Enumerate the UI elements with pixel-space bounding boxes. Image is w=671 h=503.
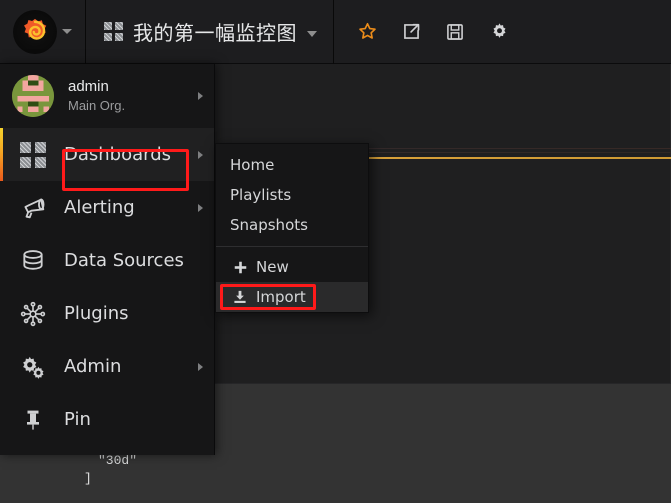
sidebar-item-admin[interactable]: Admin (0, 340, 214, 393)
save-dashboard-button[interactable]: Save dashboard (436, 12, 474, 52)
app-root: "30d" ] 我的第一幅监控图 Mark as fa (0, 0, 671, 503)
plus-icon (230, 261, 250, 274)
dashboards-submenu: Home Playlists Snapshots New Import (215, 143, 369, 313)
sidebar-item-data-sources[interactable]: Data Sources (0, 234, 214, 287)
sidebar-item-label: Dashboards (64, 144, 172, 165)
grafana-brand-menu[interactable] (0, 0, 85, 64)
user-avatar-identicon (12, 75, 54, 117)
code-line: ] (84, 471, 92, 486)
user-org: Main Org. (68, 97, 126, 113)
submenu-item-label: Playlists (230, 186, 292, 204)
sidebar-item-alerting[interactable]: Alerting (0, 181, 214, 234)
chevron-down-icon (307, 30, 317, 37)
submenu-item-label: Snapshots (230, 216, 308, 234)
sidebar-item-plugins[interactable]: Plugins (0, 287, 214, 340)
dashboard-title-picker[interactable]: 我的第一幅监控图 (86, 0, 333, 64)
sidebar-item-pin[interactable]: Pin (0, 393, 214, 446)
dashboard-grid-icon (104, 22, 123, 41)
star-icon (358, 22, 376, 39)
megaphone-icon (18, 195, 48, 221)
sidebar-item-label: Data Sources (64, 250, 184, 271)
toolbar-actions: Mark as favorite Share dashboard Save da… (334, 12, 518, 52)
mark-as-favorite-button[interactable]: Mark as favorite (348, 12, 386, 52)
submenu-divider (216, 246, 368, 247)
plugin-icon (18, 301, 48, 327)
dashboard-title: 我的第一幅监控图 (133, 21, 297, 45)
submenu-item-new[interactable]: New (216, 252, 368, 282)
share-icon (403, 23, 419, 39)
chevron-down-icon (62, 29, 72, 34)
sidebar-item-label: Admin (64, 356, 122, 377)
submenu-item-label: New (256, 258, 289, 276)
chevron-right-icon (198, 92, 203, 100)
submenu-item-label: Import (256, 288, 306, 306)
sidebar-item-label: Plugins (64, 303, 129, 324)
dashboard-settings-button[interactable]: Dashboard settings (480, 12, 518, 52)
submenu-item-import[interactable]: Import (216, 282, 368, 312)
sidebar-item-label: Alerting (64, 197, 135, 218)
chevron-right-icon (198, 203, 203, 212)
top-toolbar: 我的第一幅监控图 Mark as favorite Share dashboar… (0, 0, 671, 64)
sidebar-nav: admin Main Org. Dashboards Alerting Data… (0, 64, 215, 455)
dashboard-grid-icon (18, 141, 48, 168)
submenu-item-label: Home (230, 156, 275, 174)
share-dashboard-button[interactable]: Share dashboard (392, 12, 430, 52)
chevron-right-icon (198, 362, 203, 371)
gear-icon (492, 23, 506, 38)
save-disk-icon (447, 23, 463, 40)
submenu-item-playlists[interactable]: Playlists (216, 180, 368, 210)
gears-icon (18, 354, 48, 380)
import-download-icon (230, 290, 250, 304)
submenu-item-snapshots[interactable]: Snapshots (216, 210, 368, 240)
submenu-item-home[interactable]: Home (216, 150, 368, 180)
pin-icon (18, 408, 48, 432)
sidebar-item-dashboards[interactable]: Dashboards (0, 128, 214, 181)
sidebar-item-user-profile[interactable]: admin Main Org. (0, 64, 214, 128)
sidebar-item-label: Pin (64, 409, 91, 430)
user-name: admin (68, 78, 109, 96)
database-icon (18, 248, 48, 274)
chevron-right-icon (198, 150, 203, 159)
grafana-logo-icon (13, 9, 57, 54)
